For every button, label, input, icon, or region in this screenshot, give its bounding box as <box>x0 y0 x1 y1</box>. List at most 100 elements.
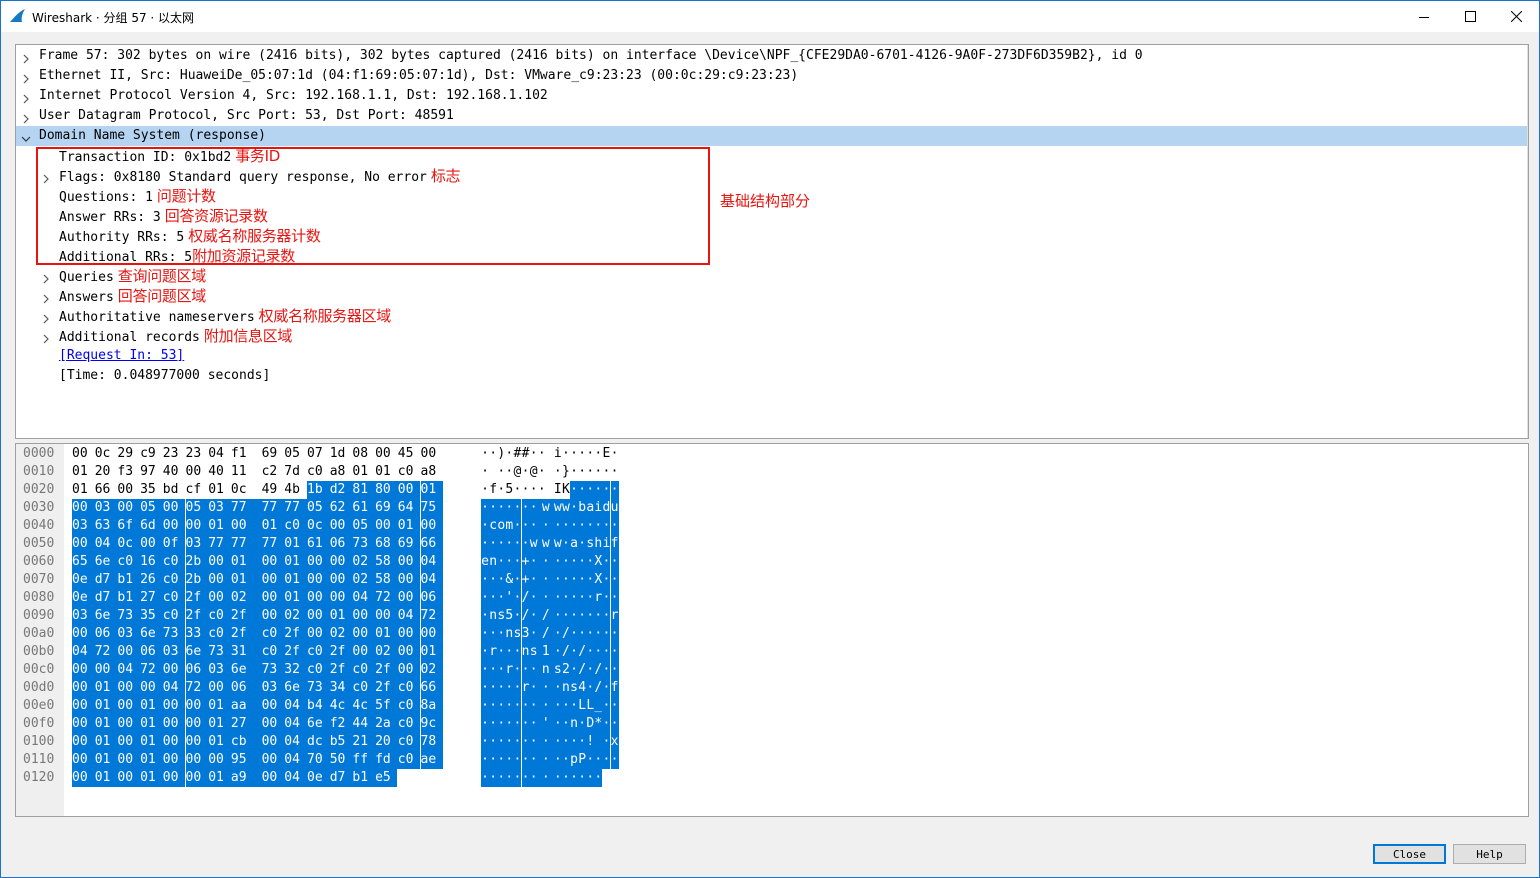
hex-byte[interactable]: 04 <box>72 643 95 661</box>
ascii-char[interactable]: · <box>570 733 579 751</box>
hex-byte[interactable]: 00 <box>72 499 95 517</box>
ascii-char[interactable]: d <box>602 499 611 517</box>
hex-byte[interactable]: 00 <box>397 481 421 499</box>
hex-row[interactable]: 0050 00 04 0c 00 0f 03 77 77 77 01 61 06 73 68 69 66 · · · ·… <box>16 535 1528 553</box>
hex-byte[interactable]: 00 <box>185 697 209 715</box>
hex-byte[interactable]: 00 <box>162 697 186 715</box>
ascii-char[interactable]: X <box>594 571 603 589</box>
ascii-char[interactable]: · <box>481 463 489 481</box>
hex-byte[interactable]: 2f <box>329 661 353 679</box>
ascii-char[interactable]: · <box>586 769 595 787</box>
hex-row[interactable]: 00a0 00 06 03 6e 73 33 c0 2f c0 2f 00 02 00 01 00 00 · · · n… <box>16 625 1528 643</box>
ascii-char[interactable]: · <box>594 463 602 481</box>
hex-byte[interactable]: 00 <box>72 679 95 697</box>
ascii-char[interactable]: · <box>481 679 490 697</box>
ascii-char[interactable]: · <box>610 751 619 769</box>
hex-byte[interactable]: c9 <box>140 445 162 463</box>
hex-byte[interactable]: 6f <box>117 517 141 535</box>
ascii-char[interactable]: · <box>489 499 498 517</box>
hex-byte[interactable]: 04 <box>94 535 118 553</box>
hex-byte[interactable]: 5f <box>375 697 398 715</box>
ascii-char[interactable]: · <box>570 445 578 463</box>
ascii-char[interactable]: · <box>578 733 587 751</box>
hex-byte[interactable]: 6e <box>94 607 118 625</box>
hex-byte[interactable]: 00 <box>208 553 231 571</box>
tree-item-udp[interactable]: User Datagram Protocol, Src Port: 53, Ds… <box>16 106 1528 126</box>
ascii-char[interactable]: · <box>561 553 570 571</box>
hex-byte[interactable]: 02 <box>420 661 443 679</box>
hex-byte[interactable]: 01 <box>208 517 231 535</box>
ascii-char[interactable]: · <box>594 769 603 787</box>
hex-byte[interactable]: 00 <box>162 733 186 751</box>
hex-byte[interactable]: 73 <box>117 607 141 625</box>
chevron-right-icon[interactable] <box>21 91 31 104</box>
ascii-char[interactable]: L <box>586 697 595 715</box>
hex-byte[interactable]: 40 <box>163 463 185 481</box>
hex-byte[interactable]: 40 <box>208 463 230 481</box>
ascii-char[interactable]: · <box>553 697 562 715</box>
ascii-char[interactable]: · <box>586 751 595 769</box>
ascii-char[interactable]: L <box>578 697 587 715</box>
hex-byte[interactable]: 00 <box>117 697 141 715</box>
ascii-char[interactable]: · <box>529 625 538 643</box>
ascii-char[interactable]: · <box>602 625 611 643</box>
ascii-char[interactable]: } <box>562 463 570 481</box>
ascii-char[interactable]: · <box>578 535 587 553</box>
ascii-char[interactable]: / <box>561 643 570 661</box>
ascii-char[interactable]: · <box>513 571 522 589</box>
ascii-char[interactable]: · <box>570 499 579 517</box>
hex-byte[interactable]: 03 <box>94 499 118 517</box>
hex-byte[interactable]: 1b <box>307 481 330 499</box>
hex-byte[interactable]: 00 <box>329 517 353 535</box>
ascii-char[interactable]: · <box>553 571 562 589</box>
hex-byte[interactable]: 01 <box>208 481 230 499</box>
hex-byte[interactable]: 00 <box>208 679 231 697</box>
hex-byte[interactable]: 00 <box>261 571 285 589</box>
hex-byte[interactable]: 73 <box>307 679 330 697</box>
ascii-char[interactable]: · <box>497 553 506 571</box>
hex-byte[interactable]: 00 <box>72 625 95 643</box>
ascii-char[interactable]: · <box>570 481 579 499</box>
ascii-char[interactable]: · <box>489 715 498 733</box>
ascii-char[interactable]: · <box>481 625 490 643</box>
hex-byte[interactable]: 95 <box>230 751 262 769</box>
hex-byte[interactable]: 63 <box>94 517 118 535</box>
hex-byte[interactable]: 03 <box>261 679 285 697</box>
hex-byte[interactable]: 21 <box>352 733 376 751</box>
hex-byte[interactable]: 00 <box>261 697 285 715</box>
ascii-char[interactable]: · <box>513 517 522 535</box>
ascii-char[interactable]: / <box>594 661 603 679</box>
ascii-char[interactable]: · <box>529 769 538 787</box>
hex-byte[interactable]: 01 <box>375 625 398 643</box>
hex-byte[interactable]: 00 <box>261 607 285 625</box>
hex-byte[interactable]: f1 <box>231 445 253 463</box>
ascii-char[interactable]: · <box>610 625 619 643</box>
ascii-char[interactable]: n <box>537 661 554 679</box>
ascii-char[interactable]: · <box>529 607 538 625</box>
ascii-char[interactable]: · <box>497 661 506 679</box>
ascii-char[interactable]: · <box>505 697 514 715</box>
ascii-char[interactable]: · <box>481 769 490 787</box>
hex-row[interactable]: 00c0 00 00 04 72 00 06 03 6e 73 32 c0 2f c0 2f 00 02 · · · r… <box>16 661 1528 679</box>
hex-byte[interactable]: 31 <box>230 643 262 661</box>
hex-byte[interactable]: 0c <box>117 535 141 553</box>
hex-byte[interactable]: 00 <box>72 769 95 787</box>
hex-byte[interactable]: 01 <box>140 751 163 769</box>
ascii-char[interactable]: · <box>586 607 595 625</box>
hex-byte[interactable]: 01 <box>284 589 307 607</box>
hex-byte[interactable]: 01 <box>284 571 307 589</box>
ascii-char[interactable]: · <box>553 751 562 769</box>
hex-byte[interactable]: 06 <box>329 535 353 553</box>
hex-byte[interactable]: 08 <box>352 445 374 463</box>
hex-byte[interactable]: 2a <box>375 715 398 733</box>
ascii-char[interactable]: · <box>586 463 594 481</box>
ascii-char[interactable]: + <box>521 571 530 589</box>
ascii-char[interactable]: · <box>570 625 579 643</box>
ascii-char[interactable]: · <box>481 733 490 751</box>
ascii-char[interactable]: · <box>481 751 490 769</box>
ascii-char[interactable]: · <box>497 733 506 751</box>
ascii-char[interactable]: / <box>521 589 530 607</box>
ascii-char[interactable]: P <box>578 751 587 769</box>
ascii-char[interactable]: r <box>505 661 514 679</box>
hex-byte[interactable]: 00 <box>208 751 231 769</box>
